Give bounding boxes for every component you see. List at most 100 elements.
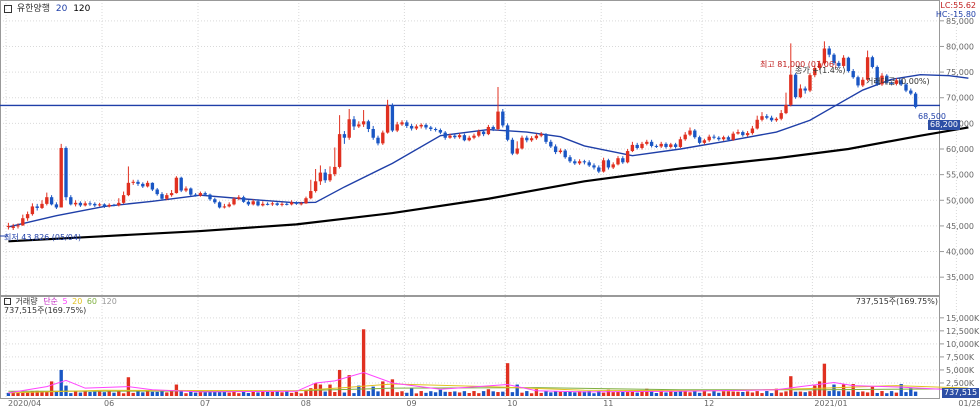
candle [275, 202, 279, 206]
volume-bar [520, 392, 524, 396]
candle [697, 135, 702, 145]
volume-bar [203, 392, 207, 396]
candle-body [913, 93, 918, 107]
volume-bar [841, 384, 846, 396]
volume-bar [371, 386, 375, 396]
candle [73, 200, 78, 207]
candle [88, 201, 92, 206]
candle-body [16, 225, 20, 227]
candle-body [246, 201, 251, 205]
volume-bar [93, 391, 97, 396]
candle [160, 192, 164, 201]
candle [121, 191, 126, 204]
volume-bar [400, 391, 404, 396]
candle-body [30, 206, 35, 215]
volume-bar [323, 391, 327, 396]
volume-bar [462, 391, 467, 396]
stock-name[interactable]: 유한양행 [17, 4, 50, 14]
candle-body [299, 203, 303, 205]
candle [136, 179, 140, 186]
volume-tick-label: 12,500K [946, 327, 980, 336]
candle-body [462, 135, 467, 141]
volume-bar [429, 391, 433, 396]
candle-body [515, 148, 519, 154]
volume-bar [625, 392, 630, 396]
candle-body [217, 202, 222, 208]
candle [592, 163, 596, 170]
candle-body [83, 203, 87, 206]
candle [587, 160, 591, 167]
candle [649, 139, 654, 148]
candle [323, 168, 327, 183]
date-tick-label: 08 [301, 399, 311, 408]
candle-body [491, 126, 495, 130]
volume-bar [169, 391, 174, 396]
candle [755, 115, 759, 130]
price-axis: 85,00080,00075,00070,00065,00060,00055,0… [940, 17, 974, 282]
volume-bar [385, 391, 390, 396]
candle-body [203, 193, 207, 195]
candle [179, 176, 183, 193]
hc-value: HC:-15.80 [935, 10, 976, 19]
candle [126, 166, 131, 197]
volume-bar [563, 391, 567, 396]
candle [544, 133, 548, 144]
volume-bar [337, 369, 342, 396]
candle [443, 131, 447, 140]
candle [227, 202, 231, 208]
volume-bar [59, 369, 63, 396]
candle-body [289, 202, 294, 205]
candle-body [102, 204, 107, 207]
price-tick-label: 55,000 [946, 171, 974, 180]
candle-body [755, 119, 759, 129]
volume-bar [256, 392, 260, 396]
candle [45, 192, 49, 206]
volume-bar [553, 391, 558, 396]
volume-bar [789, 376, 793, 396]
volume-bar [501, 391, 505, 396]
volume-last-value: 737,515주(169.75%) [4, 306, 87, 315]
volume-bar [861, 391, 865, 396]
candle [352, 116, 356, 131]
candle-body [712, 136, 716, 138]
lc-value: LC:55.62 [940, 1, 976, 10]
candle-body [285, 203, 289, 205]
volume-bar [496, 392, 500, 396]
candle [563, 149, 567, 159]
chart-canvas[interactable]: 85,00080,00075,00070,00065,00060,00055,0… [0, 0, 980, 409]
candle-body [621, 158, 625, 163]
volume-bar [880, 391, 884, 396]
volume-bar [179, 391, 183, 396]
candle-body [640, 143, 644, 148]
volume-bar [390, 379, 395, 396]
candle [625, 149, 630, 164]
candle-body [419, 124, 423, 127]
candle [573, 159, 577, 165]
candle-body [438, 130, 443, 133]
candle [289, 200, 294, 206]
candle [169, 190, 174, 197]
candle [688, 127, 692, 137]
candle [309, 179, 313, 200]
candle [539, 132, 543, 138]
candle-body [11, 226, 15, 228]
candle-body [424, 124, 428, 128]
volume-bar [688, 392, 692, 396]
candle-body [93, 203, 97, 206]
candle [774, 117, 779, 122]
candle-body [553, 146, 558, 153]
volume-bar [813, 385, 817, 396]
candle-body [793, 74, 798, 98]
candle [174, 176, 179, 194]
candle-body [736, 132, 740, 134]
volume-bar [904, 392, 908, 396]
candle-body [448, 135, 452, 138]
volume-bar [333, 391, 337, 396]
candle [467, 135, 471, 142]
candle [318, 165, 323, 185]
candle-body [169, 193, 174, 196]
candle [803, 86, 807, 94]
candle [486, 124, 491, 136]
volume-bar [793, 391, 798, 396]
volume-bar [49, 381, 54, 396]
